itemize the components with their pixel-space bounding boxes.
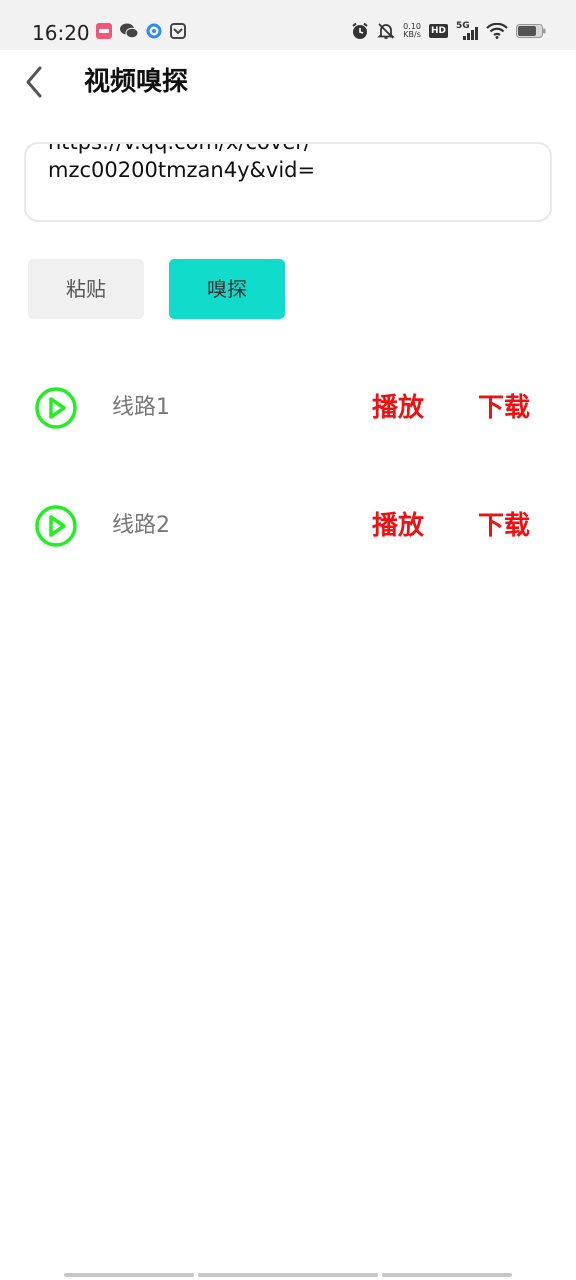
status-right-icons: 0.10 KB/s HD 5G (351, 21, 546, 41)
hd-icon: HD (428, 24, 448, 38)
chevron-left-icon (26, 66, 42, 98)
status-left-icons (96, 23, 186, 39)
route-play-button[interactable]: 播放 (372, 506, 424, 546)
url-input-line-1: https://v.qq.com/x/cover/ (48, 142, 311, 154)
route-name: 线路2 (112, 513, 170, 538)
back-button[interactable] (18, 62, 54, 102)
route-download-button[interactable]: 下载 (478, 506, 530, 546)
mute-icon (377, 23, 395, 39)
page-title: 视频嗅探 (84, 67, 189, 97)
url-input[interactable]: https://v.qq.com/x/cover/ mzc00200tmzan4… (24, 142, 552, 222)
gesture-bar-segment (382, 1273, 512, 1277)
gesture-bar[interactable] (64, 1273, 512, 1277)
wifi-icon (486, 23, 508, 39)
browser-icon (146, 23, 162, 39)
alarm-icon (352, 22, 368, 39)
network-speed-unit: KB/s (403, 30, 421, 39)
inbox-icon (170, 23, 186, 39)
url-input-value[interactable]: https://v.qq.com/x/cover/ mzc00200tmzan4… (48, 142, 528, 184)
play-circle-icon[interactable] (34, 386, 78, 430)
wechat-icon (120, 23, 138, 39)
app-notification-icon (96, 23, 112, 39)
play-circle-icon[interactable] (34, 504, 78, 548)
status-bar: 16:20 0.10 KB/s HD 5G (0, 0, 576, 50)
url-input-line-2: mzc00200tmzan4y&vid= (48, 158, 316, 182)
route-download-button[interactable]: 下载 (478, 388, 530, 428)
gesture-bar-segment (198, 1273, 378, 1277)
route-play-button[interactable]: 播放 (372, 388, 424, 428)
battery-icon (516, 24, 546, 38)
status-time: 16:20 (32, 21, 90, 45)
route-row: 线路1 播放 下载 (0, 366, 576, 446)
sniff-button[interactable]: 嗅探 (169, 259, 285, 319)
route-row: 线路2 播放 下载 (0, 484, 576, 564)
gesture-bar-segment (64, 1273, 194, 1277)
network-speed: 0.10 KB/s (403, 23, 421, 39)
route-name: 线路1 (112, 395, 170, 420)
signal-5g-icon: 5G (456, 21, 478, 41)
paste-button[interactable]: 粘贴 (28, 259, 144, 319)
